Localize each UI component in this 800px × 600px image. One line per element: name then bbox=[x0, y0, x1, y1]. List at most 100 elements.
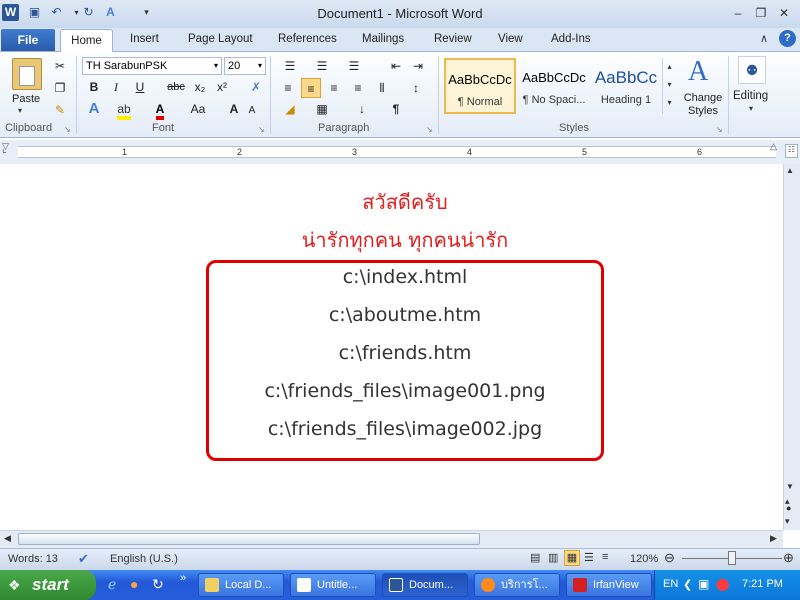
line-spacing-icon[interactable]: ↕ bbox=[406, 78, 426, 98]
language-bar[interactable]: EN bbox=[663, 578, 678, 590]
shrink-font-button[interactable]: A bbox=[242, 101, 262, 121]
antivirus-icon[interactable]: ⬤ bbox=[716, 577, 729, 591]
tray-expand-icon[interactable]: ❮ bbox=[683, 578, 692, 591]
vertical-scrollbar[interactable] bbox=[783, 164, 800, 530]
sort-icon[interactable]: ↓ bbox=[352, 99, 372, 119]
first-indent-marker-icon[interactable]: ▽ bbox=[2, 141, 9, 152]
justify-icon[interactable]: ≡ bbox=[348, 78, 368, 98]
greeting-text[interactable]: สวัสดีครับ bbox=[206, 186, 604, 218]
font-color-icon[interactable]: A bbox=[150, 99, 170, 120]
task-untitled[interactable]: Untitle... bbox=[290, 573, 376, 597]
columns-icon[interactable]: ⫴ bbox=[372, 78, 392, 98]
tab-review[interactable]: Review bbox=[434, 33, 472, 45]
scroll-up-icon[interactable]: ▲ bbox=[786, 166, 794, 175]
strikethrough-button[interactable]: abc bbox=[164, 77, 188, 97]
bullets-icon[interactable]: ☰ bbox=[280, 56, 300, 76]
increase-indent-icon[interactable]: ⇥ bbox=[408, 56, 428, 76]
change-case-button[interactable]: Aa bbox=[186, 99, 210, 119]
view-ruler-icon[interactable]: ☷ bbox=[785, 144, 798, 158]
tab-mailings[interactable]: Mailings bbox=[362, 33, 404, 45]
path-line[interactable]: c:\friends_files\image002.jpg bbox=[206, 418, 604, 440]
multilevel-list-icon[interactable]: ☰ bbox=[344, 56, 364, 76]
format-painter-icon[interactable]: ✎ bbox=[50, 100, 70, 120]
style-no-spacing[interactable]: AaBbCcDc ¶ No Spaci... bbox=[518, 58, 590, 114]
editing-button[interactable]: Editing bbox=[733, 90, 768, 102]
zoom-out-icon[interactable]: ⊖ bbox=[664, 550, 675, 566]
tab-file[interactable]: File bbox=[1, 29, 55, 51]
paragraph-dialog-launcher-icon[interactable]: ↘ bbox=[426, 125, 433, 134]
zoom-in-icon[interactable]: ⊕ bbox=[783, 550, 794, 566]
font-dialog-launcher-icon[interactable]: ↘ bbox=[258, 125, 265, 134]
decrease-indent-icon[interactable]: ⇤ bbox=[386, 56, 406, 76]
change-styles-icon[interactable]: A bbox=[688, 56, 708, 88]
style-heading-1[interactable]: AaBbCc Heading 1 bbox=[590, 58, 662, 114]
style-normal[interactable]: AaBbCcDc ¶ Normal bbox=[444, 58, 516, 114]
scroll-right-icon[interactable]: ▶ bbox=[770, 533, 777, 544]
quick-launch-icon[interactable]: ↻ bbox=[152, 576, 164, 593]
superscript-button[interactable]: x² bbox=[212, 77, 232, 97]
full-screen-reading-icon[interactable]: ▥ bbox=[548, 551, 558, 564]
tab-home[interactable]: Home bbox=[60, 29, 113, 53]
styles-dialog-launcher-icon[interactable]: ↘ bbox=[716, 125, 723, 134]
font-name-combo[interactable]: TH SarabunPSK ▾ bbox=[82, 57, 222, 75]
path-line[interactable]: c:\friends_files\image001.png bbox=[206, 380, 604, 402]
italic-button[interactable]: I bbox=[106, 77, 126, 97]
word-count[interactable]: Words: 13 bbox=[8, 553, 58, 565]
shading-icon[interactable]: ◢ bbox=[280, 99, 300, 119]
network-icon[interactable]: ▣ bbox=[698, 577, 709, 591]
grow-font-button[interactable]: A bbox=[224, 99, 244, 119]
text-effects-icon[interactable]: A bbox=[84, 99, 104, 119]
scroll-down-icon[interactable]: ▼ bbox=[786, 482, 794, 491]
show-marks-button[interactable]: ¶ bbox=[386, 99, 406, 119]
copy-icon[interactable]: ❐ bbox=[50, 78, 70, 98]
align-center-icon[interactable]: ≡ bbox=[301, 78, 321, 98]
task-word-document[interactable]: Docum... bbox=[382, 573, 468, 597]
help-icon[interactable]: ? bbox=[779, 30, 796, 47]
quick-launch-more-icon[interactable]: » bbox=[180, 572, 186, 584]
cut-icon[interactable]: ✂ bbox=[50, 56, 70, 76]
subtitle-text[interactable]: น่ารักทุกคน ทุกคนน่ารัก bbox=[206, 224, 604, 256]
tab-view[interactable]: View bbox=[498, 33, 523, 45]
zoom-slider-thumb[interactable] bbox=[728, 551, 736, 565]
task-firefox[interactable]: บริการโ... bbox=[474, 573, 560, 597]
print-layout-icon[interactable]: ▤ bbox=[530, 551, 540, 564]
clock[interactable]: 7:21 PM bbox=[742, 578, 783, 590]
path-line[interactable]: c:\index.html bbox=[206, 266, 604, 288]
close-button[interactable]: ✕ bbox=[775, 5, 793, 21]
highlight-icon[interactable]: ab bbox=[114, 99, 134, 120]
ruler-bar[interactable] bbox=[18, 146, 776, 158]
minimize-ribbon-icon[interactable]: ∧ bbox=[760, 32, 768, 45]
styles-scroll[interactable]: ▴ ▾ ▾ bbox=[662, 58, 676, 114]
paste-dropdown-icon[interactable]: ▾ bbox=[18, 106, 22, 115]
web-layout-icon[interactable]: ▦ bbox=[564, 550, 580, 566]
restore-button[interactable]: ❐ bbox=[752, 5, 770, 21]
change-styles-button[interactable]: Change Styles bbox=[682, 92, 724, 118]
path-line[interactable]: c:\aboutme.htm bbox=[206, 304, 604, 326]
task-irfanview[interactable]: IrfanView bbox=[566, 573, 652, 597]
font-size-combo[interactable]: 20 ▾ bbox=[224, 57, 266, 75]
clipboard-dialog-launcher-icon[interactable]: ↘ bbox=[64, 125, 71, 134]
next-page-icon[interactable]: ▾ bbox=[785, 516, 790, 527]
numbering-icon[interactable]: ☰ bbox=[312, 56, 332, 76]
zoom-level[interactable]: 120% bbox=[630, 553, 658, 565]
language-indicator[interactable]: English (U.S.) bbox=[110, 553, 178, 565]
firefox-icon[interactable]: ● bbox=[130, 576, 138, 592]
tab-references[interactable]: References bbox=[278, 33, 337, 45]
minimize-button[interactable]: – bbox=[729, 5, 747, 21]
draft-icon[interactable]: ≡ bbox=[602, 551, 608, 563]
right-indent-marker-icon[interactable]: △ bbox=[770, 141, 777, 152]
tab-page-layout[interactable]: Page Layout bbox=[188, 33, 253, 45]
horizontal-scroll-thumb[interactable] bbox=[18, 533, 480, 545]
align-left-icon[interactable]: ≡ bbox=[278, 78, 298, 98]
binoculars-icon[interactable]: ⚉ bbox=[738, 56, 766, 84]
task-local-disk[interactable]: Local D... bbox=[198, 573, 284, 597]
tab-add-ins[interactable]: Add-Ins bbox=[551, 33, 591, 45]
align-right-icon[interactable]: ≡ bbox=[324, 78, 344, 98]
outline-icon[interactable]: ☰ bbox=[584, 551, 594, 564]
underline-button[interactable]: U bbox=[130, 77, 150, 97]
internet-explorer-icon[interactable]: ℯ bbox=[108, 576, 116, 593]
bold-button[interactable]: B bbox=[84, 77, 104, 97]
select-browse-object-icon[interactable]: ● bbox=[786, 503, 791, 513]
paste-icon[interactable] bbox=[12, 58, 42, 90]
paste-button[interactable]: Paste bbox=[12, 93, 40, 105]
